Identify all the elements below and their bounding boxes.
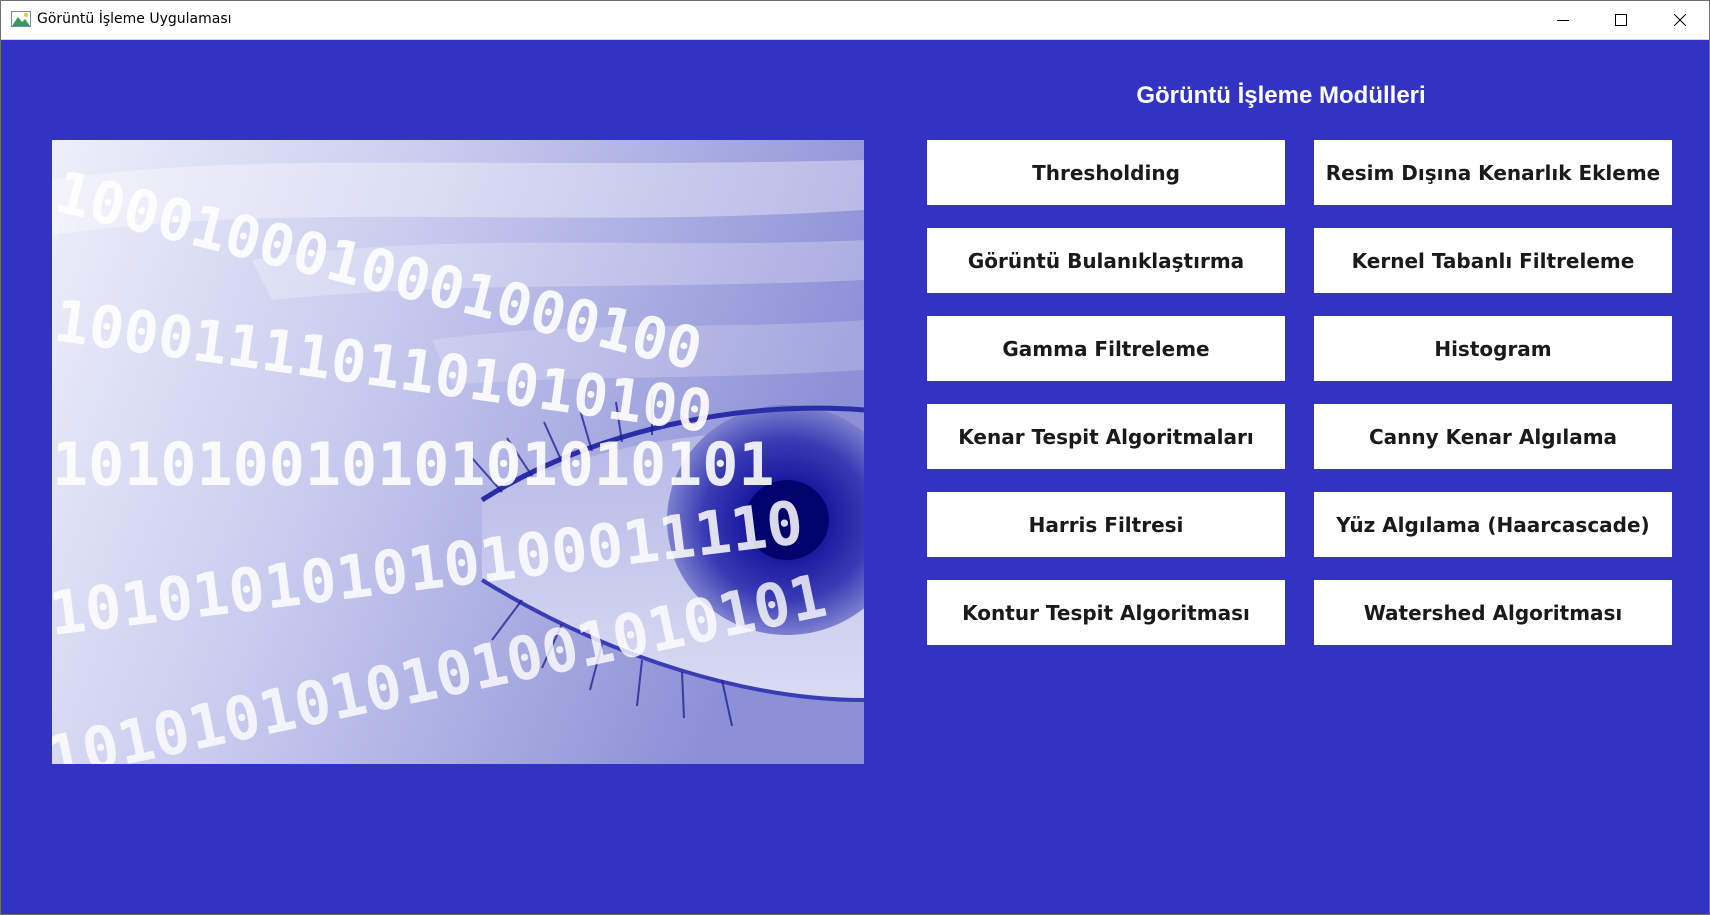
minimize-button[interactable] <box>1534 1 1592 39</box>
kernel-filter-button[interactable]: Kernel Tabanlı Filtreleme <box>1314 228 1672 293</box>
blur-button[interactable]: Görüntü Bulanıklaştırma <box>927 228 1285 293</box>
close-icon <box>1674 14 1686 26</box>
app-icon <box>11 11 31 27</box>
app-window: Görüntü İşleme Uygulaması 10001000100010… <box>0 0 1710 915</box>
add-border-button[interactable]: Resim Dışına Kenarlık Ekleme <box>1314 140 1672 205</box>
histogram-button[interactable]: Histogram <box>1314 316 1672 381</box>
gamma-filter-button[interactable]: Gamma Filtreleme <box>927 316 1285 381</box>
maximize-button[interactable] <box>1592 1 1650 39</box>
modules-heading: Görüntü İşleme Modülleri <box>1136 82 1426 109</box>
contour-detection-button[interactable]: Kontur Tespit Algoritması <box>927 580 1285 645</box>
svg-text:10101001010101010101: 10101001010101010101 <box>52 430 774 500</box>
close-button[interactable] <box>1651 1 1709 39</box>
window-title: Görüntü İşleme Uygulaması <box>37 11 232 27</box>
binary-eye-image: 1000100010001000100 1000111101101010100 … <box>52 140 864 764</box>
thresholding-button[interactable]: Thresholding <box>927 140 1285 205</box>
main-area: 1000100010001000100 1000111101101010100 … <box>1 40 1709 914</box>
canny-edge-button[interactable]: Canny Kenar Algılama <box>1314 404 1672 469</box>
maximize-icon <box>1615 14 1627 26</box>
harris-filter-button[interactable]: Harris Filtresi <box>927 492 1285 557</box>
edge-detection-button[interactable]: Kenar Tespit Algoritmaları <box>927 404 1285 469</box>
modules-grid: Thresholding Resim Dışına Kenarlık Eklem… <box>927 140 1675 645</box>
watershed-button[interactable]: Watershed Algoritması <box>1314 580 1672 645</box>
title-bar[interactable]: Görüntü İşleme Uygulaması <box>1 1 1709 40</box>
minimize-icon <box>1557 20 1569 21</box>
face-detection-button[interactable]: Yüz Algılama (Haarcascade) <box>1314 492 1672 557</box>
